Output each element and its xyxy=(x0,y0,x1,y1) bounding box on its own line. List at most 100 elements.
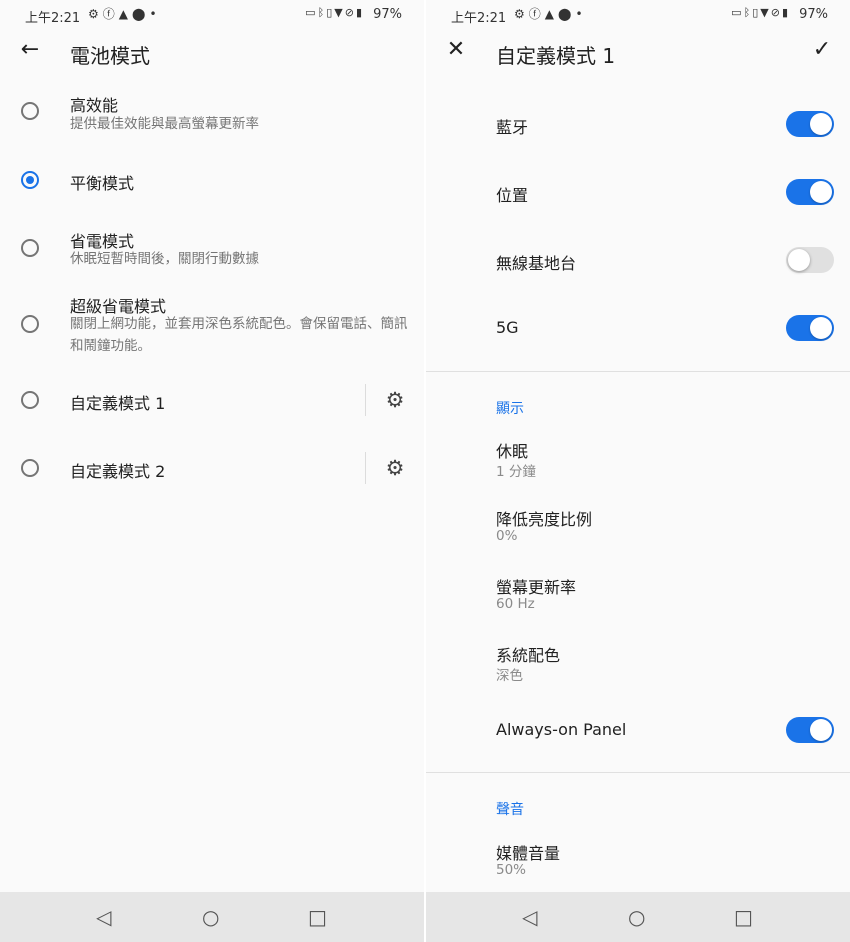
setting-title: 休眠 xyxy=(496,442,529,461)
warning-icon: ▲ xyxy=(118,7,133,21)
toggle-row-always-on[interactable]: Always-on Panel xyxy=(426,712,850,748)
option-title: 平衡模式 xyxy=(70,174,135,193)
dot-icon: • xyxy=(575,7,587,21)
radio-button[interactable] xyxy=(21,391,39,409)
5g-toggle[interactable] xyxy=(786,315,834,341)
option-balanced[interactable]: 平衡模式 xyxy=(0,160,424,200)
system-nav-bar: ◁ ○ □ xyxy=(426,892,850,942)
toggle-label: 5G xyxy=(496,318,519,337)
toggle-label: 位置 xyxy=(496,186,529,205)
toggle-row-hotspot[interactable]: 無線基地台 xyxy=(426,242,850,278)
always-on-toggle[interactable] xyxy=(786,717,834,743)
battery-icon: ▮ xyxy=(781,6,790,19)
nav-home-icon[interactable]: ○ xyxy=(202,905,219,929)
setting-sleep[interactable]: 休眠 1 分鐘 xyxy=(426,436,850,480)
app-bar: ✕ 自定義模式 1 ✓ xyxy=(426,30,850,74)
gear-icon: ⚙ xyxy=(514,7,529,21)
warning-icon: ▲ xyxy=(544,7,559,21)
status-left-icons: ⚙ⓕ▲⬤• xyxy=(88,5,161,22)
bluetooth-icon: ᛒ xyxy=(317,6,327,19)
setting-value: 深色 xyxy=(496,668,523,684)
toggle-row-5g[interactable]: 5G xyxy=(426,310,850,346)
option-subtitle: 休眠短暫時間後，關閉行動數據 xyxy=(70,251,259,267)
app-bar: ← 電池模式 xyxy=(0,30,424,74)
radio-button[interactable] xyxy=(21,239,39,257)
section-header-display: 顯示 xyxy=(496,401,524,417)
radio-button[interactable] xyxy=(21,102,39,120)
battery-mode-screen: 上午2:21 ⚙ⓕ▲⬤• ▭ᛒ▯▼⊘▮ 97% ← 電池模式 高效能 提供最佳效… xyxy=(0,0,424,942)
battery-icon: ▮ xyxy=(355,6,364,19)
facebook-icon: ⓕ xyxy=(102,7,119,21)
settings-gear-icon[interactable]: ⚙ xyxy=(384,389,406,411)
setting-title: 媒體音量 xyxy=(496,844,561,863)
setting-brightness-reduction[interactable]: 降低亮度比例 0% xyxy=(426,504,850,548)
status-time: 上午2:21 xyxy=(451,11,507,26)
check-icon[interactable]: ✓ xyxy=(808,36,836,64)
auto-icon: ▭ xyxy=(731,6,744,19)
toggle-knob xyxy=(810,113,832,135)
location-icon: ⬤ xyxy=(558,7,576,21)
section-header-sound: 聲音 xyxy=(496,802,524,818)
bluetooth-toggle[interactable] xyxy=(786,111,834,137)
status-left-icons: ⚙ⓕ▲⬤• xyxy=(514,5,587,22)
nav-home-icon[interactable]: ○ xyxy=(628,905,645,929)
setting-value: 50% xyxy=(496,862,527,878)
radio-button[interactable] xyxy=(21,459,39,477)
toggle-row-location[interactable]: 位置 xyxy=(426,174,850,210)
setting-refresh-rate[interactable]: 螢幕更新率 60 Hz xyxy=(426,572,850,616)
option-custom-2[interactable]: 自定義模式 2 ⚙ xyxy=(0,448,424,488)
page-title: 電池模式 xyxy=(70,44,150,68)
setting-media-volume[interactable]: 媒體音量 50% xyxy=(426,838,850,882)
battery-level: 97% xyxy=(373,7,402,22)
toggle-row-bluetooth[interactable]: 藍牙 xyxy=(426,106,850,142)
page-title: 自定義模式 1 xyxy=(496,44,616,68)
toggle-knob xyxy=(810,719,832,741)
back-arrow-icon[interactable]: ← xyxy=(16,36,44,64)
settings-gear-icon[interactable]: ⚙ xyxy=(384,457,406,479)
custom-mode-screen: 上午2:21 ⚙ⓕ▲⬤• ▭ᛒ▯▼⊘▮ 97% ✕ 自定義模式 1 ✓ 藍牙 位… xyxy=(426,0,850,942)
gear-icon: ⚙ xyxy=(88,7,103,21)
status-bar: 上午2:21 ⚙ⓕ▲⬤• ▭ᛒ▯▼⊘▮ 97% xyxy=(0,0,424,28)
option-title: 自定義模式 2 xyxy=(70,462,166,481)
option-ultra-saving[interactable]: 超級省電模式 關閉上網功能，並套用深色系統配色。會保留電話、簡訊和鬧鐘功能。 xyxy=(0,288,424,360)
nav-back-icon[interactable]: ◁ xyxy=(96,905,111,929)
toggle-knob xyxy=(810,317,832,339)
status-right-icons: ▭ᛒ▯▼⊘▮ xyxy=(305,6,364,19)
nav-back-icon[interactable]: ◁ xyxy=(522,905,537,929)
setting-title: 降低亮度比例 xyxy=(496,510,593,529)
toggle-label: 藍牙 xyxy=(496,118,529,137)
status-right-icons: ▭ᛒ▯▼⊘▮ xyxy=(731,6,790,19)
section-divider xyxy=(426,371,850,372)
toggle-label: Always-on Panel xyxy=(496,720,627,739)
option-subtitle: 關閉上網功能，並套用深色系統配色。會保留電話、簡訊和鬧鐘功能。 xyxy=(70,316,408,354)
system-nav-bar: ◁ ○ □ xyxy=(0,892,424,942)
nav-recents-icon[interactable]: □ xyxy=(734,905,753,929)
toggle-knob xyxy=(788,249,810,271)
divider xyxy=(365,452,366,484)
section-divider xyxy=(426,772,850,773)
option-subtitle: 提供最佳效能與最高螢幕更新率 xyxy=(70,116,259,132)
divider xyxy=(365,384,366,416)
wifi-icon: ▼ xyxy=(760,6,771,19)
setting-system-color[interactable]: 系統配色 深色 xyxy=(426,640,850,684)
setting-value: 60 Hz xyxy=(496,596,535,612)
facebook-icon: ⓕ xyxy=(528,7,545,21)
status-time: 上午2:21 xyxy=(25,11,81,26)
no-sim-icon: ⊘ xyxy=(344,6,356,19)
location-icon: ⬤ xyxy=(132,7,150,21)
option-custom-1[interactable]: 自定義模式 1 ⚙ xyxy=(0,380,424,420)
nav-recents-icon[interactable]: □ xyxy=(308,905,327,929)
radio-button[interactable] xyxy=(21,315,39,333)
toggle-knob xyxy=(810,181,832,203)
location-toggle[interactable] xyxy=(786,179,834,205)
wifi-icon: ▼ xyxy=(334,6,345,19)
close-icon[interactable]: ✕ xyxy=(442,36,470,64)
setting-value: 1 分鐘 xyxy=(496,464,536,480)
option-power-saving[interactable]: 省電模式 休眠短暫時間後，關閉行動數據 xyxy=(0,224,424,272)
setting-value: 0% xyxy=(496,528,518,544)
no-sim-icon: ⊘ xyxy=(770,6,782,19)
status-bar: 上午2:21 ⚙ⓕ▲⬤• ▭ᛒ▯▼⊘▮ 97% xyxy=(426,0,850,28)
hotspot-toggle[interactable] xyxy=(786,247,834,273)
radio-button-selected[interactable] xyxy=(21,171,39,189)
option-high-performance[interactable]: 高效能 提供最佳效能與最高螢幕更新率 xyxy=(0,88,424,136)
